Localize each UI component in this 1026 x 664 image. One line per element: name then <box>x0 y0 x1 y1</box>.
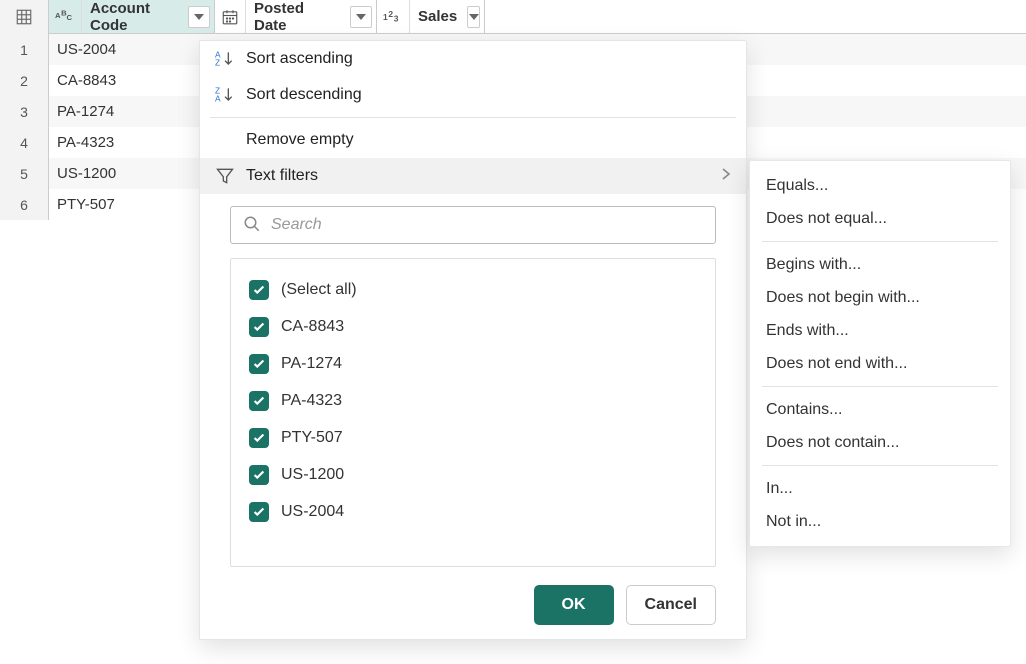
cell-account-code[interactable]: US-2004 <box>49 34 215 65</box>
date-type-icon <box>215 0 246 33</box>
filter-not-contain-item[interactable]: Does not contain... <box>750 426 1010 459</box>
row-number: 5 <box>0 158 49 189</box>
checkbox-checked-icon[interactable] <box>249 354 269 374</box>
checkbox-checked-icon[interactable] <box>249 391 269 411</box>
number-type-icon: 123 <box>377 0 410 33</box>
filter-value-item[interactable]: US-2004 <box>231 493 715 530</box>
menu-separator <box>762 241 998 242</box>
column-label: Sales <box>410 8 467 25</box>
filter-value-item[interactable]: CA-8843 <box>231 308 715 345</box>
cell-account-code[interactable]: US-1200 <box>49 158 215 189</box>
filter-value-item[interactable]: PA-1274 <box>231 345 715 382</box>
cancel-button[interactable]: Cancel <box>626 585 716 625</box>
column-filter-dropdown: AZ Sort ascending ZA Sort descending Rem… <box>199 40 747 640</box>
sort-descending-item[interactable]: ZA Sort descending <box>200 77 746 113</box>
filter-not-equal-item[interactable]: Does not equal... <box>750 202 1010 235</box>
column-header-posted-date[interactable]: Posted Date <box>215 0 377 33</box>
filter-dropdown-toggle[interactable] <box>467 6 480 28</box>
sort-ascending-item[interactable]: AZ Sort ascending <box>200 41 746 77</box>
svg-text:3: 3 <box>394 13 399 23</box>
row-number: 1 <box>0 34 49 65</box>
row-number: 4 <box>0 127 49 158</box>
text-filters-submenu: Equals... Does not equal... Begins with.… <box>749 160 1011 547</box>
search-input[interactable] <box>271 216 703 234</box>
menu-label: Sort ascending <box>246 50 732 68</box>
filter-not-end-with-item[interactable]: Does not end with... <box>750 347 1010 380</box>
button-label: OK <box>562 596 586 614</box>
filter-dropdown-toggle[interactable] <box>350 6 372 28</box>
filter-value-item[interactable]: PA-4323 <box>231 382 715 419</box>
value-label: PTY-507 <box>281 429 343 447</box>
value-label: (Select all) <box>281 281 357 299</box>
filter-search-box[interactable] <box>230 206 716 244</box>
filter-dropdown-toggle[interactable] <box>188 6 210 28</box>
checkbox-checked-icon[interactable] <box>249 465 269 485</box>
column-headers: ABC Account Code Posted Date 123 Sales <box>0 0 1026 34</box>
cell-account-code[interactable]: PA-4323 <box>49 127 215 158</box>
menu-label: Remove empty <box>246 131 732 149</box>
svg-text:A: A <box>215 94 221 104</box>
svg-text:Z: Z <box>215 58 220 68</box>
filter-icon <box>214 165 236 187</box>
column-label: Account Code <box>82 0 188 34</box>
checkbox-checked-icon[interactable] <box>249 428 269 448</box>
column-header-sales[interactable]: 123 Sales <box>377 0 485 33</box>
svg-text:2: 2 <box>388 9 393 19</box>
filter-contains-item[interactable]: Contains... <box>750 393 1010 426</box>
svg-text:A: A <box>55 10 61 19</box>
menu-label: Text filters <box>246 167 720 185</box>
filter-equals-item[interactable]: Equals... <box>750 169 1010 202</box>
checkbox-checked-icon[interactable] <box>249 280 269 300</box>
checkbox-checked-icon[interactable] <box>249 502 269 522</box>
filter-value-item[interactable]: PTY-507 <box>231 419 715 456</box>
text-filters-item[interactable]: Text filters <box>200 158 746 194</box>
filter-begins-with-item[interactable]: Begins with... <box>750 248 1010 281</box>
filter-values-list: (Select all) CA-8843 PA-1274 PA-4323 PTY… <box>230 258 716 567</box>
value-label: PA-4323 <box>281 392 342 410</box>
value-label: CA-8843 <box>281 318 344 336</box>
menu-label: Sort descending <box>246 86 732 104</box>
table-corner-icon[interactable] <box>0 0 49 34</box>
text-type-icon: ABC <box>49 0 82 33</box>
value-label: US-1200 <box>281 466 344 484</box>
chevron-right-icon <box>720 167 732 186</box>
cell-account-code[interactable]: CA-8843 <box>49 65 215 96</box>
search-icon <box>243 215 261 236</box>
cell-account-code[interactable]: PTY-507 <box>49 189 215 220</box>
value-label: PA-1274 <box>281 355 342 373</box>
filter-value-item[interactable]: US-1200 <box>231 456 715 493</box>
value-label: US-2004 <box>281 503 344 521</box>
ok-button[interactable]: OK <box>534 585 614 625</box>
filter-in-item[interactable]: In... <box>750 472 1010 505</box>
svg-text:C: C <box>67 13 73 22</box>
menu-separator <box>762 465 998 466</box>
sort-ascending-icon: AZ <box>214 48 236 70</box>
button-label: Cancel <box>645 596 697 614</box>
checkbox-checked-icon[interactable] <box>249 317 269 337</box>
column-label: Posted Date <box>246 0 350 34</box>
row-number: 2 <box>0 65 49 96</box>
filter-ends-with-item[interactable]: Ends with... <box>750 314 1010 347</box>
row-number: 6 <box>0 189 49 220</box>
select-all-item[interactable]: (Select all) <box>231 271 715 308</box>
column-header-account-code[interactable]: ABC Account Code <box>49 0 215 33</box>
filter-not-in-item[interactable]: Not in... <box>750 505 1010 538</box>
remove-empty-item[interactable]: Remove empty <box>200 122 746 158</box>
svg-text:1: 1 <box>383 12 388 22</box>
cell-account-code[interactable]: PA-1274 <box>49 96 215 127</box>
menu-separator <box>210 117 736 118</box>
row-number: 3 <box>0 96 49 127</box>
menu-separator <box>762 386 998 387</box>
filter-not-begin-with-item[interactable]: Does not begin with... <box>750 281 1010 314</box>
sort-descending-icon: ZA <box>214 84 236 106</box>
